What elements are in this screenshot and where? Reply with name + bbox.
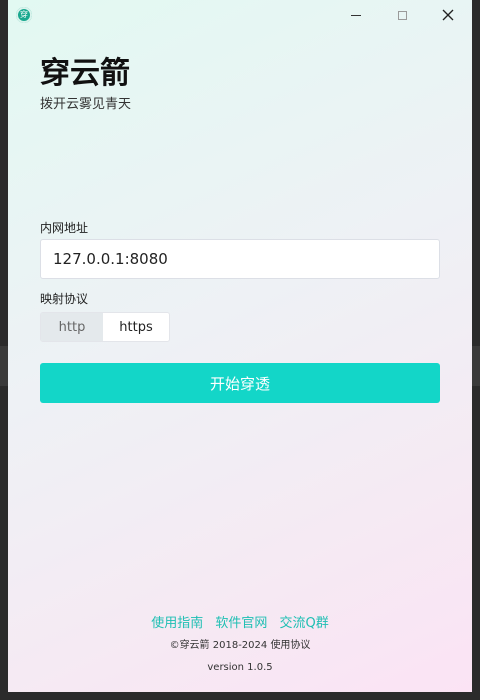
website-link[interactable]: 软件官网	[215, 616, 267, 631]
qq-group-link[interactable]: 交流Q群	[280, 616, 329, 631]
app-logo-icon: 穿	[16, 7, 32, 23]
minimize-button[interactable]	[333, 0, 379, 30]
copyright: ©穿云箭 2018-2024 使用协议	[8, 639, 472, 653]
agreement-link[interactable]: 使用协议	[270, 640, 310, 651]
app-logo-glyph: 穿	[20, 10, 28, 19]
maximize-button[interactable]	[379, 0, 425, 30]
minimize-icon	[351, 14, 361, 16]
copyright-text: ©穿云箭 2018-2024	[169, 640, 268, 651]
app-title: 穿云箭	[40, 56, 130, 91]
protocol-option-https[interactable]: https	[103, 313, 169, 341]
address-input[interactable]	[40, 239, 440, 279]
close-icon	[442, 9, 454, 21]
start-tunnel-button[interactable]: 开始穿透	[40, 363, 440, 403]
app-window: 穿 穿云箭 拨开云雾见青天 内网地址 映射协议 http https 开始穿透 …	[8, 0, 472, 692]
maximize-icon	[397, 10, 407, 20]
protocol-selector: http https	[40, 312, 170, 342]
protocol-option-http[interactable]: http	[41, 313, 103, 341]
guide-link[interactable]: 使用指南	[151, 616, 203, 631]
protocol-label: 映射协议	[40, 292, 89, 306]
footer-links: 使用指南 软件官网 交流Q群	[8, 615, 472, 633]
app-subtitle: 拨开云雾见青天	[40, 97, 132, 112]
address-label: 内网地址	[40, 221, 89, 235]
close-button[interactable]	[425, 0, 471, 30]
version-text: version 1.0.5	[207, 662, 273, 673]
title-bar: 穿	[8, 0, 472, 30]
